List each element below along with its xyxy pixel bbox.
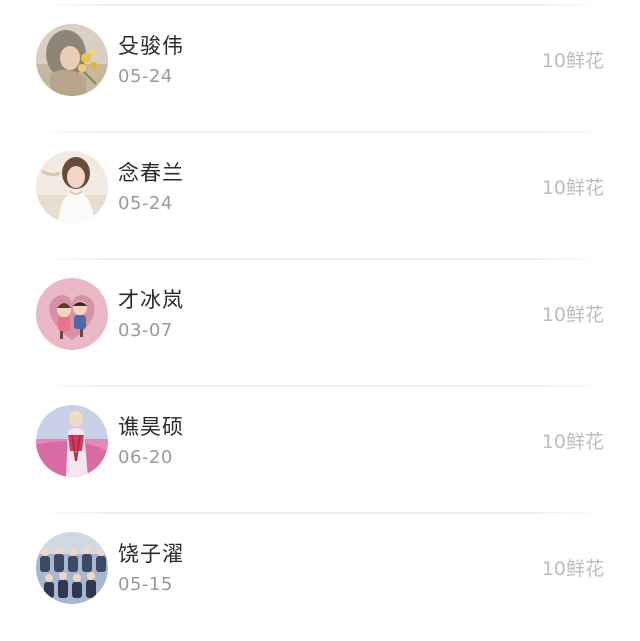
contact-name: 念春兰 xyxy=(118,161,184,185)
flower-count: 10鲜花 xyxy=(541,304,604,326)
gift-date: 05-24 xyxy=(118,193,173,214)
list-item[interactable]: 谯昊硕 06-20 10鲜花 xyxy=(0,387,640,514)
gift-record-list: 殳骏伟 05-24 10鲜花 念春兰 05-24 10鲜花 才冰岚 03-07 … xyxy=(0,0,640,641)
contact-name: 饶子濯 xyxy=(118,542,184,566)
list-item[interactable]: 念春兰 05-24 10鲜花 xyxy=(0,133,640,260)
flower-count: 10鲜花 xyxy=(541,177,604,199)
flower-count: 10鲜花 xyxy=(541,50,604,72)
list-item[interactable]: 才冰岚 03-07 10鲜花 xyxy=(0,260,640,387)
contact-name: 殳骏伟 xyxy=(118,34,184,58)
gift-date: 05-15 xyxy=(118,574,173,595)
flower-count: 10鲜花 xyxy=(541,558,604,580)
gift-date: 03-07 xyxy=(118,320,173,341)
avatar-group-photo-icon[interactable] xyxy=(36,532,108,604)
list-item[interactable]: 殳骏伟 05-24 10鲜花 xyxy=(0,6,640,133)
flower-count: 10鲜花 xyxy=(541,431,604,453)
gift-date: 05-24 xyxy=(118,66,173,87)
contact-name: 谯昊硕 xyxy=(118,415,184,439)
avatar-girl-with-flowers-icon[interactable] xyxy=(36,24,108,96)
avatar-girl-pink-scene-icon[interactable] xyxy=(36,405,108,477)
contact-name: 才冰岚 xyxy=(118,288,184,312)
avatar-cartoon-couple-heart-icon[interactable] xyxy=(36,278,108,350)
gift-date: 06-20 xyxy=(118,447,173,468)
avatar-girl-portrait-icon[interactable] xyxy=(36,151,108,223)
list-item[interactable]: 饶子濯 05-15 10鲜花 xyxy=(0,514,640,641)
